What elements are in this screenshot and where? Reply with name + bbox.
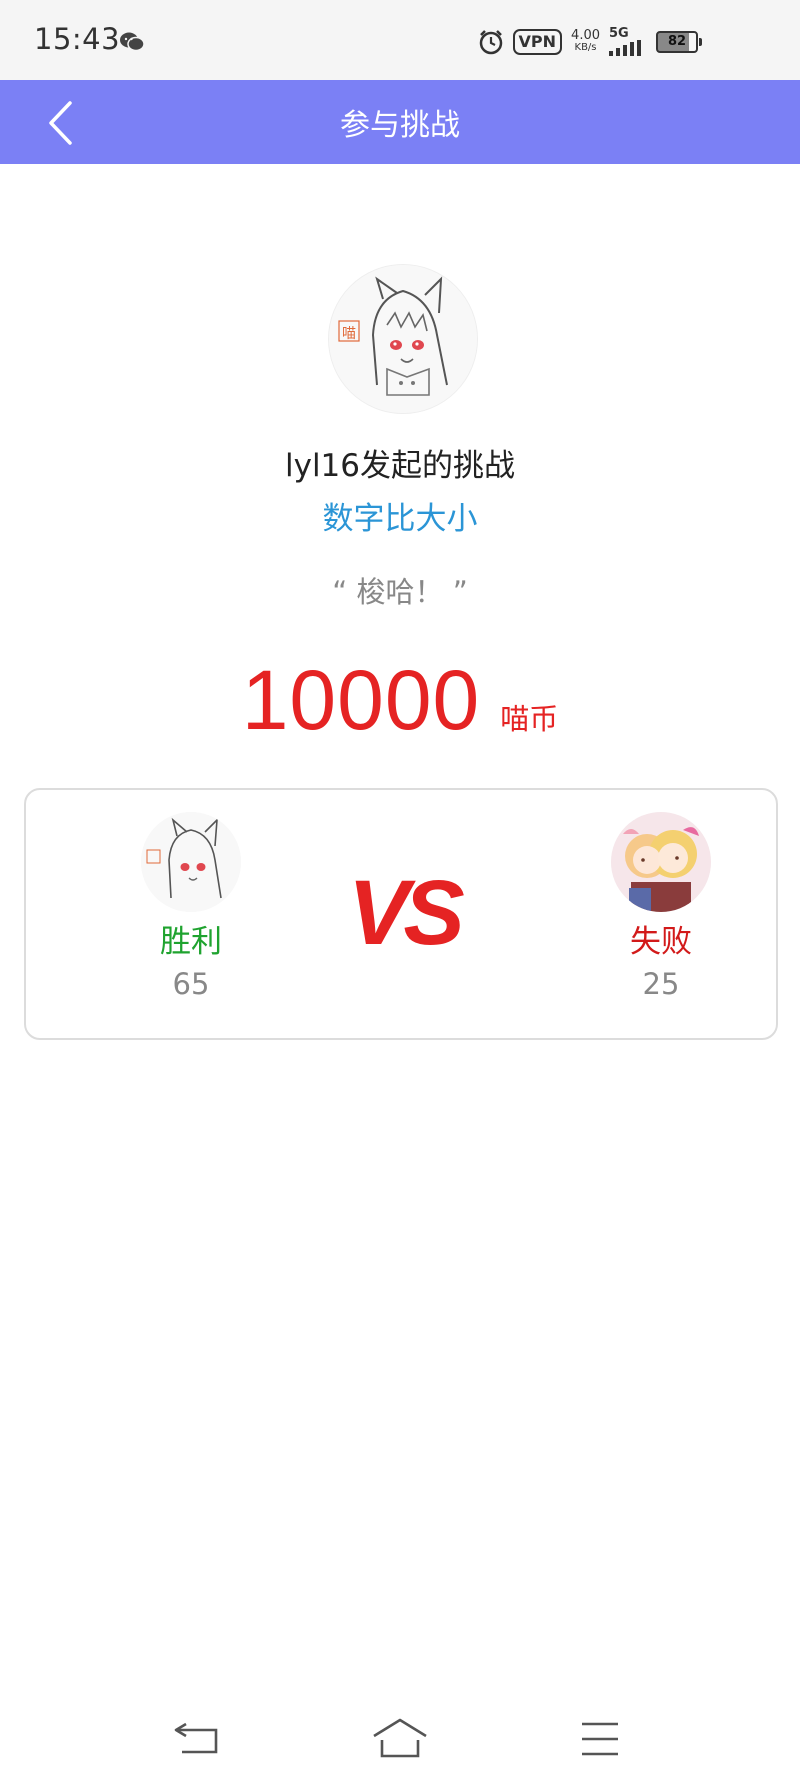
stake: 10000 喵币 — [0, 652, 800, 748]
right-player-avatar[interactable] — [611, 812, 711, 912]
nav-back-button[interactable] — [170, 1716, 230, 1762]
vs-icon: VS — [348, 864, 470, 956]
right-player-result: 失败 — [630, 924, 692, 960]
challenge-message: “ 梭哈！ ” — [332, 575, 468, 609]
status-time: 15:43 — [34, 22, 121, 56]
game-name: 数字比大小 — [322, 501, 478, 537]
signal-icon — [609, 40, 641, 56]
network-type: 5G — [609, 26, 629, 41]
net-speed-value: 4.00 — [571, 27, 600, 43]
menu-icon — [582, 1722, 618, 1756]
status-icons: VPN 4.00 KB/s 5G 82 — [478, 27, 702, 56]
challenger-text: lyl16发起的挑战 — [284, 448, 516, 484]
battery-level: 82 — [667, 34, 687, 49]
left-player-avatar[interactable] — [141, 812, 241, 912]
wechat-icon — [120, 32, 145, 52]
header: 参与挑战 — [0, 80, 800, 164]
right-player: 失败 25 — [586, 812, 736, 1002]
vpn-badge: VPN — [512, 28, 563, 55]
back-icon — [174, 1722, 218, 1754]
left-player: 胜利 65 — [116, 812, 266, 1002]
vs-card: 胜利 65 VS 失败 25 — [24, 788, 778, 1040]
vs-text: VS — [348, 864, 464, 956]
left-player-score: 65 — [172, 967, 210, 1001]
status-bar: 15:43 VPN 4.00 KB/s 5G 82 — [0, 0, 800, 80]
nav-menu-button[interactable] — [570, 1716, 630, 1762]
stake-amount: 10000 — [241, 653, 481, 747]
page-title: 参与挑战 — [340, 108, 460, 143]
home-icon — [373, 1718, 427, 1758]
net-speed: 4.00 KB/s — [571, 27, 600, 54]
alarm-icon — [479, 29, 502, 54]
nav-home-button[interactable] — [370, 1716, 430, 1762]
network-status: 5G — [609, 27, 647, 56]
right-avatar-drawing — [611, 812, 711, 912]
right-player-score: 25 — [642, 967, 680, 1001]
left-player-result: 胜利 — [160, 924, 222, 960]
battery-icon: 82 — [656, 30, 702, 53]
avatar-stamp-text: 喵 — [342, 326, 356, 342]
left-avatar-drawing — [141, 812, 241, 912]
bottom-nav — [0, 1700, 800, 1784]
net-speed-unit: KB/s — [574, 41, 597, 53]
stake-unit: 喵币 — [500, 702, 559, 736]
challenger-avatar[interactable]: 喵 — [328, 264, 478, 414]
